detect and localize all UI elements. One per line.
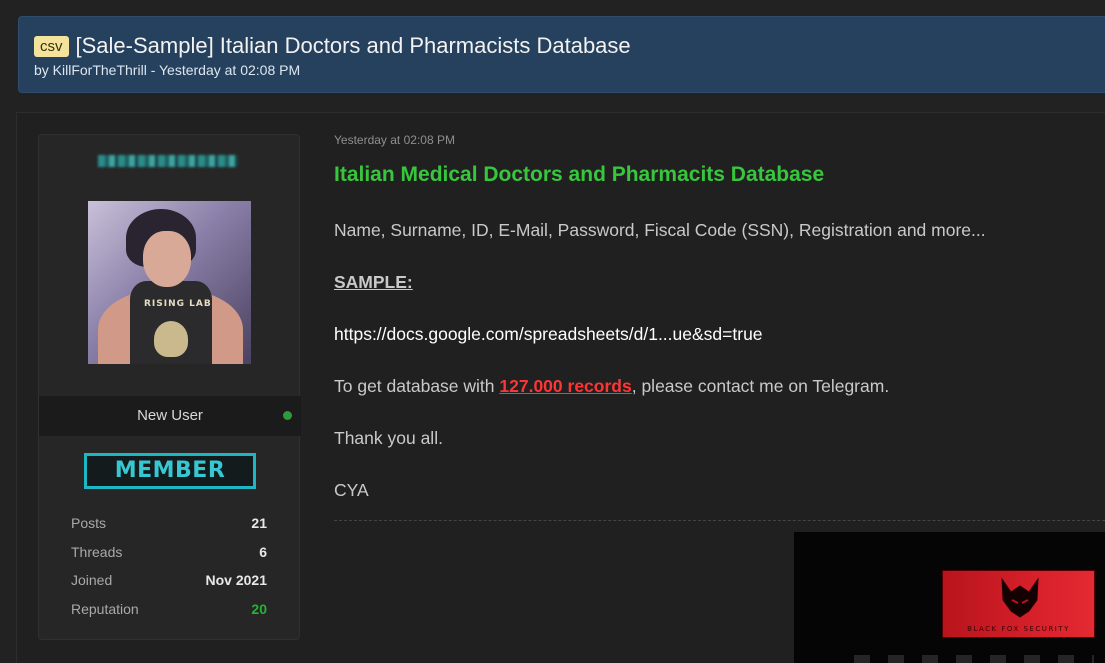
avatar-shirt-text: RISING LAB [144,299,212,309]
online-status-icon [283,411,292,420]
sample-label: SAMPLE: [334,272,413,292]
prefix-badge[interactable]: csv [34,35,69,57]
stat-joined: Joined Nov 2021 [71,570,267,599]
contact-line: To get database with 127.000 records, pl… [334,376,889,397]
fox-icon [1001,577,1039,618]
stat-threads: Threads 6 [71,542,267,571]
avatar[interactable]: RISING LAB [88,201,251,364]
contact-suffix: , please contact me on Telegram. [631,376,890,396]
thanks-line: Thank you all. [334,428,443,448]
signature-banner[interactable]: BLACK FOX SECURITY [794,532,1105,663]
sample-link[interactable]: https://docs.google.com/spreadsheets/d/1… [334,324,763,344]
signature-logo: BLACK FOX SECURITY [942,570,1095,638]
sample-link-line: https://docs.google.com/spreadsheets/d/1… [334,324,763,345]
avatar-face-shape [143,231,191,287]
avatar-skull-graphic [154,321,188,357]
thread-byline: by KillForTheThrill - Yesterday at 02:08… [34,62,301,78]
signature-logo-text: BLACK FOX SECURITY [967,625,1070,633]
stat-label: Threads [71,543,123,560]
stat-value[interactable]: 20 [251,599,267,628]
user-card: RISING LAB New User MEMBER Posts 21 Thre… [38,134,301,640]
thread-title: [Sale-Sample] Italian Doctors and Pharma… [75,33,631,58]
username-blurred[interactable] [98,155,238,167]
thread-title-row: csv [Sale-Sample] Italian Doctors and Ph… [34,33,631,59]
stat-value: 21 [251,515,267,531]
records-link[interactable]: 127.000 records [499,376,631,396]
user-stats: Posts 21 Threads 6 Joined Nov 2021 Reput… [71,513,267,628]
stat-value: Nov 2021 [205,572,267,589]
stat-label: Joined [71,572,113,589]
signature-banner-footer [854,655,1094,663]
member-badge: MEMBER [84,453,256,489]
signoff-line: CYA [334,480,369,500]
stat-label: Posts [71,515,107,531]
stat-label: Reputation [71,601,139,618]
user-rank-title: New User [137,407,203,424]
post-heading: Italian Medical Doctors and Pharmacits D… [334,163,825,186]
stat-reputation: Reputation 20 [71,599,267,628]
thread-header: csv [Sale-Sample] Italian Doctors and Ph… [18,16,1105,93]
post-date[interactable]: Yesterday at 02:08 PM [334,133,1105,153]
stat-value: 6 [259,543,267,560]
post-body: Yesterday at 02:08 PM Italian Medical Do… [334,133,1105,521]
signature-divider [334,520,1105,521]
user-rank-bar: New User [39,396,301,436]
stat-posts: Posts 21 [71,513,267,542]
contact-prefix: To get database with [334,376,500,396]
post-fields-line: Name, Surname, ID, E-Mail, Password, Fis… [334,220,986,240]
